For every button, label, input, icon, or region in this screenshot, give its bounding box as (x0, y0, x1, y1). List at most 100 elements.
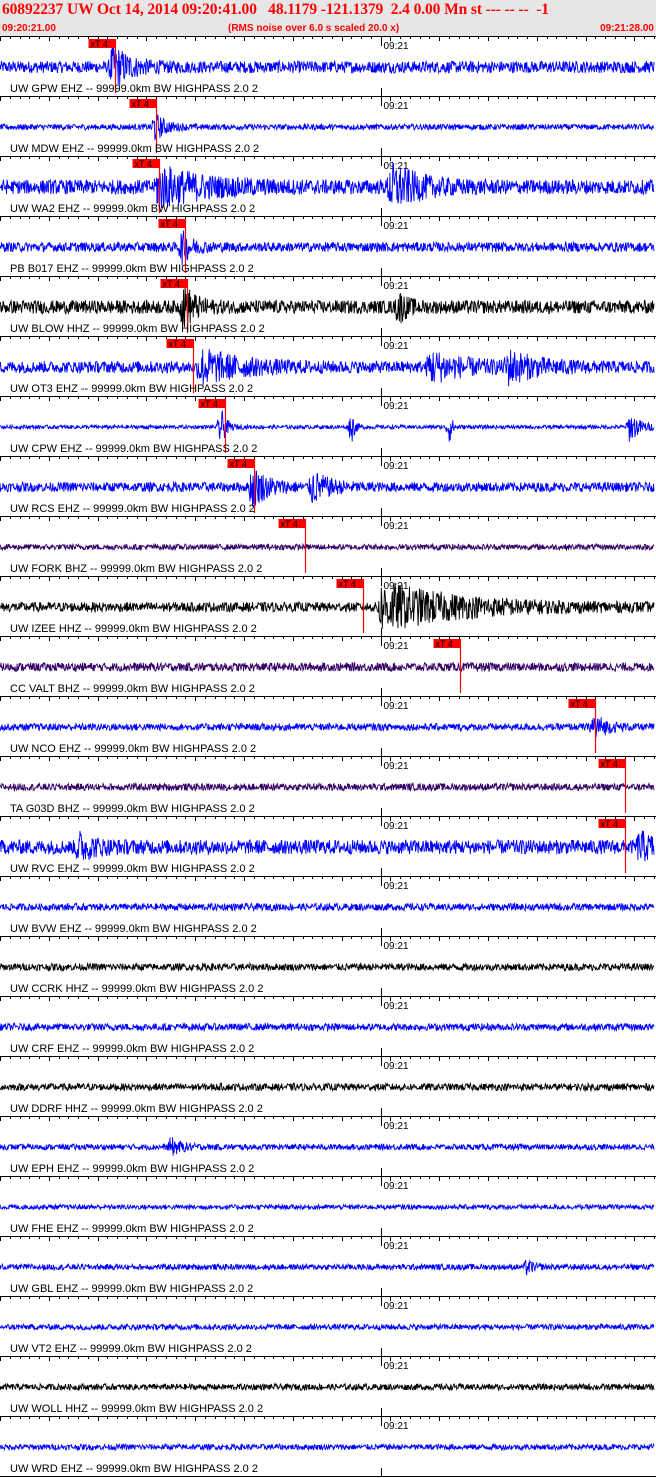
waveform-trace (0, 470, 655, 507)
minute-marker-label: 09:21 (384, 581, 409, 592)
pick-label: xT 4 (132, 99, 149, 109)
waveform-trace (0, 1442, 655, 1452)
waveform-trace (0, 1260, 655, 1276)
waveform-trace (0, 961, 655, 973)
end-time: 09:21:28.00 (600, 23, 654, 34)
pick-label: xT 4 (91, 39, 108, 49)
trace-row: 09:21 xT 4 UW NCO EHZ -- 99999.0km BW HIGH… (0, 696, 656, 756)
header-bar: 60892237 UW Oct 14, 2014 09:20:41.00 48.… (0, 0, 656, 36)
pick-label: xT 4 (339, 579, 356, 589)
station-label: UW EPH EHZ -- 99999.0km BW HIGHPASS 2.0 … (10, 1163, 254, 1175)
minute-marker-label: 09:21 (384, 941, 409, 952)
pick-label: xT 4 (163, 279, 180, 289)
trace-row: 09:21 xT 4 UW IZEE HHZ -- 99999.0km BW HIG… (0, 576, 656, 636)
waveform-trace (0, 349, 655, 387)
waveform-trace (0, 113, 655, 140)
pick-label: xT 4 (161, 219, 178, 229)
waveform-trace (0, 230, 655, 266)
trace-row: 09:21 UW DDRF HHZ -- 99999.0km BW HIGHPAS… (0, 1056, 656, 1116)
pick-label: xT 4 (571, 699, 588, 709)
station-label: UW IZEE HHZ -- 99999.0km BW HIGHPASS 2.0… (10, 623, 257, 635)
minute-marker-label: 09:21 (384, 1421, 409, 1432)
waveform-trace (0, 284, 655, 328)
minute-marker-label: 09:21 (384, 701, 409, 712)
station-label: UW MDW EHZ -- 99999.0km BW HIGHPASS 2.0 … (10, 143, 259, 155)
station-label: UW NCO EHZ -- 99999.0km BW HIGHPASS 2.0 … (10, 743, 256, 755)
waveform-trace (0, 409, 655, 442)
station-label: UW FORK BHZ -- 99999.0km BW HIGHPASS 2.0… (10, 563, 262, 575)
waveform-trace (0, 161, 655, 209)
pick-label: xT 4 (135, 159, 152, 169)
trace-row: 09:21 UW WOLL HHZ -- 99999.0km BW HIGHPAS… (0, 1356, 656, 1416)
trace-row: 09:21 xT 4 UW OT3 EHZ -- 99999.0km BW HIGH… (0, 336, 656, 396)
trace-row: 09:21 xT 4 TA G03D BHZ -- 99999.0km BW HIG… (0, 756, 656, 816)
station-label: UW CRF EHZ -- 99999.0km BW HIGHPASS 2.0 … (10, 1043, 254, 1055)
trace-row: 09:21 UW GBL EHZ -- 99999.0km BW HIGHPASS… (0, 1236, 656, 1296)
trace-row: 09:21xT 4UW WA2 EHZ -- 99999.0km BW HIGH… (0, 156, 656, 216)
station-label: UW DDRF HHZ -- 99999.0km BW HIGHPASS 2.0… (10, 1103, 263, 1115)
waveform-trace (0, 1382, 655, 1392)
waveform-trace (0, 901, 655, 913)
minute-marker-label: 09:21 (384, 641, 409, 652)
minute-marker-label: 09:21 (384, 221, 409, 232)
pick-label: xT 4 (230, 459, 247, 469)
minute-marker-label: 09:21 (384, 281, 409, 292)
station-label: UW VT2 EHZ -- 99999.0km BW HIGHPASS 2.0 … (10, 1343, 252, 1355)
station-label: UW WOLL HHZ -- 99999.0km BW HIGHPASS 2.0… (10, 1403, 263, 1415)
pick-label: xT 4 (201, 399, 218, 409)
pick-label: xT 4 (169, 339, 186, 349)
minute-marker-label: 09:21 (384, 401, 409, 412)
trace-row: 09:21 UW CCRK HHZ -- 99999.0km BW HIGHPAS… (0, 936, 656, 996)
minute-marker-label: 09:21 (384, 1181, 409, 1192)
waveform-trace (0, 542, 655, 552)
trace-row: 09:21 UW CRF EHZ -- 99999.0km BW HIGHPASS… (0, 996, 656, 1056)
trace-row: 09:21 xT 4 UW RCS EHZ -- 99999.0km BW HIGH… (0, 456, 656, 516)
station-label: CC VALT BHZ -- 99999.0km BW HIGHPASS 2.0… (10, 683, 255, 695)
station-label: UW FHE EHZ -- 99999.0km BW HIGHPASS 2.0 … (10, 1223, 254, 1235)
trace-row: 09:21 xT 4 CC VALT BHZ -- 99999.0km BW HIG… (0, 636, 656, 696)
waveform-trace (0, 1022, 655, 1033)
minute-marker-label: 09:21 (384, 41, 409, 52)
waveform-trace (0, 1202, 655, 1212)
start-time: 09:20:21.00 (2, 23, 56, 34)
trace-row: 09:21 UW WRD EHZ -- 99999.0km BW HIGHPASS… (0, 1416, 656, 1476)
minute-marker-label: 09:21 (384, 821, 409, 832)
trace-row: 09:21 xT 4 UW BLOW HHZ -- 99999.0km BW HIG… (0, 276, 656, 336)
trace-row: 09:21 xT 4 UW FORK BHZ -- 99999.0km BW HIG… (0, 516, 656, 576)
rms-noise-note: (RMS noise over 6.0 s scaled 20.0 x) (228, 23, 400, 34)
minute-marker-label: 09:21 (384, 101, 409, 112)
minute-marker-label: 09:21 (384, 761, 409, 772)
waveform-trace (0, 781, 655, 793)
waveform-trace (0, 661, 655, 673)
trace-row: 09:21 UW EPH EHZ -- 99999.0km BW HIGHPASS… (0, 1116, 656, 1176)
minute-marker-label: 09:21 (384, 1061, 409, 1072)
station-label: UW WA2 EHZ -- 99999.0km BW HIGHPASS 2.0 … (10, 203, 255, 215)
station-label: UW GPW EHZ -- 99999.0km BW HIGHPASS 2.0 … (10, 83, 258, 95)
waveform-trace (0, 830, 655, 862)
minute-marker-label: 09:21 (384, 1241, 409, 1252)
station-label: UW BVW EHZ -- 99999.0km BW HIGHPASS 2.0 … (10, 923, 257, 935)
station-label: TA G03D BHZ -- 99999.0km BW HIGHPASS 2.0… (10, 803, 255, 815)
station-label: PB B017 EHZ -- 99999.0km BW HIGHPASS 2.0… (10, 263, 254, 275)
minute-marker-label: 09:21 (384, 1361, 409, 1372)
station-label: UW WRD EHZ -- 99999.0km BW HIGHPASS 2.0 … (10, 1463, 258, 1475)
minute-marker-label: 09:21 (384, 521, 409, 532)
station-label: UW GBL EHZ -- 99999.0km BW HIGHPASS 2.0 … (10, 1283, 253, 1295)
trace-row: 09:21 xT 4 UW CPW EHZ -- 99999.0km BW HIGH… (0, 396, 656, 456)
trace-row: 09:21 xT 4 UW GPW EHZ -- 99999.0km BW HIGH… (0, 36, 656, 96)
event-title: 60892237 UW Oct 14, 2014 09:20:41.00 48.… (2, 1, 549, 18)
trace-row: 09:21 xT 4 UW RVC EHZ -- 99999.0km BW HIGH… (0, 816, 656, 876)
station-label: UW OT3 EHZ -- 99999.0km BW HIGHPASS 2.0 … (10, 383, 253, 395)
pick-label: xT 4 (601, 819, 618, 829)
waveform-trace (0, 717, 655, 738)
seismogram-plot: 09:21 xT 4 UW GPW EHZ -- 99999.0km BW HIGH… (0, 36, 656, 1477)
minute-marker-label: 09:21 (384, 1121, 409, 1132)
pick-label: xT 4 (436, 639, 453, 649)
minute-marker-label: 09:21 (384, 461, 409, 472)
pick-label: xT 4 (281, 519, 298, 529)
pick-label: xT 4 (601, 759, 618, 769)
station-label: UW RCS EHZ -- 99999.0km BW HIGHPASS 2.0 … (10, 503, 255, 515)
waveform-trace (0, 1322, 655, 1332)
minute-marker-label: 09:21 (384, 881, 409, 892)
minute-marker-label: 09:21 (384, 1001, 409, 1012)
